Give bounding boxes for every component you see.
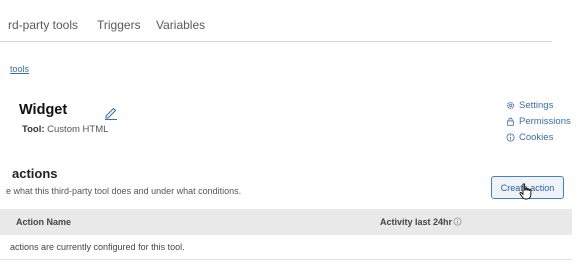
tab-variables[interactable]: Variables bbox=[156, 18, 205, 32]
cookies-link-label: Cookies bbox=[519, 131, 554, 143]
actions-section-title: actions bbox=[12, 166, 58, 181]
table-header: Action Name Activity last 24hr bbox=[0, 209, 572, 235]
tool-label: Tool: bbox=[22, 124, 45, 135]
tool-value: Custom HTML bbox=[47, 124, 109, 135]
tool-type: Tool: Custom HTML bbox=[22, 124, 108, 135]
table-row-empty: actions are currently configured for thi… bbox=[0, 235, 572, 260]
permissions-link-label: Permissions bbox=[519, 115, 571, 127]
cookies-link[interactable]: Cookies bbox=[506, 129, 571, 145]
tab-triggers[interactable]: Triggers bbox=[97, 18, 141, 32]
page-title: Widget bbox=[19, 102, 68, 118]
tab-bar: rd-party tools Triggers Variables bbox=[0, 0, 552, 42]
permissions-link[interactable]: Permissions bbox=[506, 113, 571, 129]
settings-link[interactable]: Settings bbox=[506, 97, 571, 113]
empty-table-message: actions are currently configured for thi… bbox=[10, 242, 185, 252]
pencil-icon[interactable] bbox=[103, 104, 119, 120]
hand-pointer-icon bbox=[519, 183, 532, 200]
gear-icon bbox=[506, 101, 515, 109]
column-header-activity[interactable]: Activity last 24hr bbox=[380, 217, 452, 227]
info-circle-icon[interactable] bbox=[453, 217, 462, 226]
breadcrumb-tools-link[interactable]: tools bbox=[10, 64, 29, 74]
info-icon bbox=[506, 132, 515, 142]
column-header-action-name[interactable]: Action Name bbox=[16, 217, 71, 227]
actions-section-description: e what this third-party tool does and un… bbox=[6, 186, 242, 196]
lock-icon bbox=[507, 117, 514, 126]
settings-link-label: Settings bbox=[519, 99, 554, 111]
side-links: Settings Permissions Cookies bbox=[506, 97, 571, 145]
tab-third-party-tools[interactable]: rd-party tools bbox=[8, 18, 78, 32]
